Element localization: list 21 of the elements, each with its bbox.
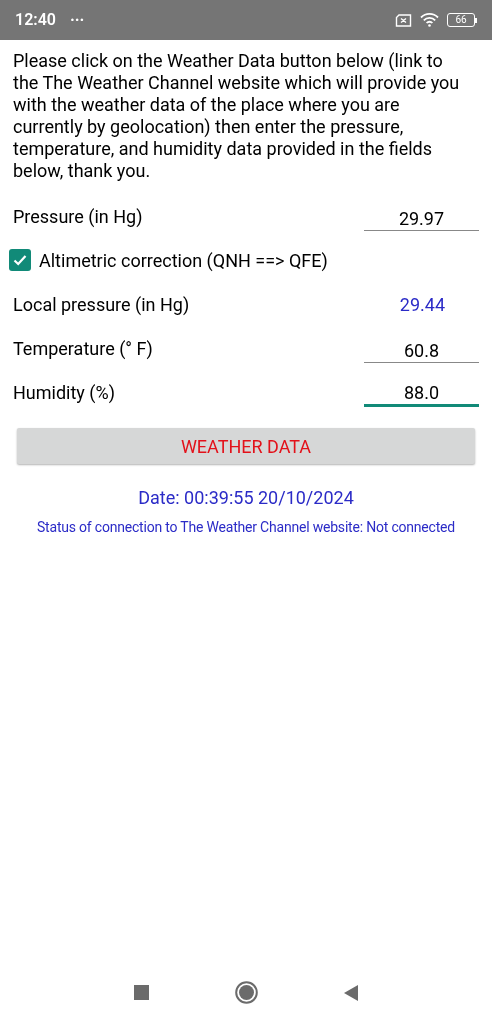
- more-indicator: ···: [69, 9, 85, 31]
- status-time: 12:40: [15, 9, 56, 31]
- home-icon[interactable]: [235, 981, 258, 1004]
- input-field[interactable]: 88.0: [364, 377, 479, 407]
- back-icon[interactable]: [344, 984, 358, 1001]
- local-pressure-value: 29.44: [399, 292, 445, 317]
- connection-status-text: Status of connection to The Weather Channel website: Not connected: [36, 519, 456, 535]
- field-label: Pressure (in Hg): [13, 204, 143, 229]
- date-text: Date: 00:39:55 20/10/2024: [138, 487, 354, 508]
- field-label: Humidity (%): [13, 380, 115, 405]
- field-label: Local pressure (in Hg): [13, 292, 190, 317]
- input-field[interactable]: 29.97: [364, 201, 479, 231]
- check-icon: [12, 252, 28, 268]
- input-field[interactable]: 60.8: [364, 333, 479, 363]
- wifi-icon: [420, 13, 439, 27]
- battery-icon: 66: [447, 13, 477, 27]
- checkbox-label: Altimetric correction (QNH ==> QFE): [39, 248, 328, 273]
- field-label: Temperature (° F): [13, 336, 153, 361]
- sim-icon: [395, 13, 412, 27]
- checkbox[interactable]: [9, 249, 31, 271]
- instructions-text: Please click on the Weather Data button below (link to the The Weather Channel website which will provide you with the weather data of the place where you are currently by geolocation) then enter the pressure, temperature, and humidity data provided in the fields below, thank you.: [12, 49, 461, 182]
